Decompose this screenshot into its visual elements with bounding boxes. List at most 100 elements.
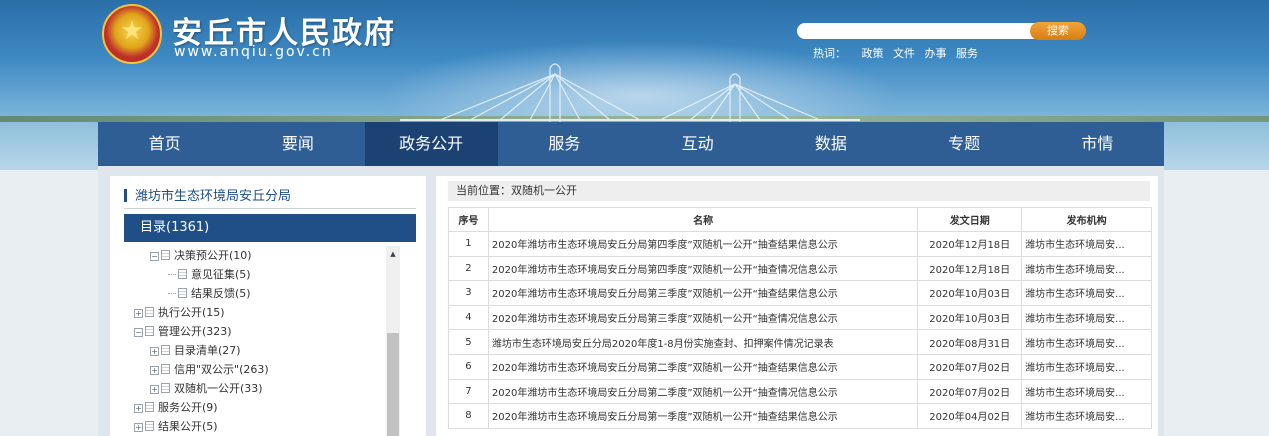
tree-item[interactable]: + 服务公开(9) — [134, 398, 218, 417]
tree-item-label: 决策预公开(10) — [174, 249, 252, 262]
expand-plus-icon[interactable]: + — [150, 385, 159, 394]
table-row[interactable]: 2 2020年潍坊市生态环境局安丘分局第四季度”双随机一公开“抽查情况信息公示 20… — [448, 255, 1152, 282]
table-row[interactable]: 4 2020年潍坊市生态环境局安丘分局第三季度”双随机一公开“抽查情况信息公示 20… — [448, 304, 1152, 331]
tree-item[interactable]: − 决策预公开(10) — [150, 246, 252, 265]
table-row[interactable]: 6 2020年潍坊市生态环境局安丘分局第二季度”双随机一公开“抽查结果信息公示 20… — [448, 353, 1152, 380]
department-divider — [124, 208, 416, 209]
expand-plus-icon[interactable]: + — [134, 404, 143, 413]
table-row[interactable]: 8 2020年潍坊市生态环境局安丘分局第一季度”双随机一公开“抽查结果信息公示 20… — [448, 403, 1152, 429]
tree-item[interactable]: + 结果公开(5) — [134, 417, 218, 436]
column-header-index: 序号 — [448, 207, 489, 232]
department-title: 潍坊市生态环境局安丘分局 — [124, 185, 291, 204]
row-title-link[interactable]: 2020年潍坊市生态环境局安丘分局第一季度”双随机一公开“抽查结果信息公示 — [487, 403, 919, 429]
nav-item-interaction[interactable]: 互动 — [631, 122, 764, 166]
table-row[interactable]: 7 2020年潍坊市生态环境局安丘分局第二季度”双随机一公开“抽查情况信息公示 20… — [448, 378, 1152, 405]
nav-item-data[interactable]: 数据 — [764, 122, 897, 166]
document-icon — [161, 383, 170, 393]
document-icon — [145, 402, 154, 412]
expand-plus-icon[interactable]: + — [134, 309, 143, 318]
document-icon — [145, 326, 154, 336]
tree-item[interactable]: 结果反馈(5) — [168, 284, 251, 303]
table-row[interactable]: 3 2020年潍坊市生态环境局安丘分局第三季度”双随机一公开“抽查结果信息公示 20… — [448, 280, 1152, 306]
row-date: 2020年04月02日 — [917, 403, 1023, 429]
row-org: 潍坊市生态环境局安... — [1021, 304, 1152, 331]
row-title-link[interactable]: 2020年潍坊市生态环境局安丘分局第三季度”双随机一公开“抽查结果信息公示 — [487, 280, 919, 306]
document-table: 序号 名称 发文日期 发布机构 1 2020年潍坊市生态环境局安丘分局第四季度”双… — [448, 207, 1152, 429]
hotword-link[interactable]: 服务 — [956, 47, 978, 60]
scroll-thumb[interactable] — [387, 333, 399, 436]
column-header-org: 发布机构 — [1021, 207, 1152, 232]
document-icon — [145, 307, 154, 317]
hotwords-label: 热词： — [813, 47, 846, 60]
row-date: 2020年12月18日 — [917, 231, 1023, 257]
row-index: 7 — [448, 378, 489, 405]
nav-item-services[interactable]: 服务 — [498, 122, 631, 166]
tree-item-label: 目录清单(27) — [174, 344, 241, 357]
row-title-link[interactable]: 2020年潍坊市生态环境局安丘分局第三季度”双随机一公开“抽查情况信息公示 — [487, 304, 919, 331]
tree-item[interactable]: + 信用"双公示"(263) — [150, 360, 269, 379]
row-index: 5 — [448, 329, 489, 355]
catalog-header[interactable]: 目录(1361) — [124, 214, 416, 242]
row-index: 2 — [448, 255, 489, 282]
document-icon — [161, 345, 170, 355]
row-title-link[interactable]: 2020年潍坊市生态环境局安丘分局第二季度”双随机一公开“抽查情况信息公示 — [487, 378, 919, 405]
document-icon — [161, 250, 170, 260]
row-org: 潍坊市生态环境局安... — [1021, 255, 1152, 282]
tree-item[interactable]: − 管理公开(323) — [134, 322, 232, 341]
search-input[interactable] — [797, 23, 1037, 39]
catalog-tree: − 决策预公开(10) 意见征集(5) 结果反馈(5) + 执行公开(15) − 管理公开(3… — [124, 246, 386, 436]
tree-item-label: 双随机一公开(33) — [174, 382, 263, 395]
row-title-link[interactable]: 2020年潍坊市生态环境局安丘分局第二季度”双随机一公开“抽查结果信息公示 — [487, 353, 919, 380]
row-date: 2020年10月03日 — [917, 280, 1023, 306]
collapse-minus-icon[interactable]: − — [150, 252, 159, 261]
expand-plus-icon[interactable]: + — [134, 423, 143, 432]
document-icon — [178, 269, 187, 279]
tree-item[interactable]: + 双随机一公开(33) — [150, 379, 263, 398]
expand-plus-icon[interactable]: + — [150, 347, 159, 356]
hotword-link[interactable]: 办事 — [925, 47, 947, 60]
tree-connector — [168, 293, 176, 294]
tree-connector — [168, 274, 176, 275]
document-icon — [145, 421, 154, 431]
tree-item[interactable]: 意见征集(5) — [168, 265, 251, 284]
nav-item-topics[interactable]: 专题 — [898, 122, 1031, 166]
row-date: 2020年07月02日 — [917, 353, 1023, 380]
hotwords-bar: 热词： 政策 文件 办事 服务 — [813, 45, 984, 61]
row-index: 3 — [448, 280, 489, 306]
row-org: 潍坊市生态环境局安... — [1021, 280, 1152, 306]
site-url: www.anqiu.gov.cn — [174, 44, 333, 60]
row-title-link[interactable]: 2020年潍坊市生态环境局安丘分局第四季度”双随机一公开“抽查情况信息公示 — [487, 255, 919, 282]
row-org: 潍坊市生态环境局安... — [1021, 403, 1152, 429]
row-org: 潍坊市生态环境局安... — [1021, 231, 1152, 257]
hotword-link[interactable]: 政策 — [862, 47, 884, 60]
nav-item-home[interactable]: 首页 — [98, 122, 231, 166]
nav-item-city-info[interactable]: 市情 — [1031, 122, 1164, 166]
row-date: 2020年07月02日 — [917, 378, 1023, 405]
row-index: 8 — [448, 403, 489, 429]
expand-plus-icon[interactable]: + — [150, 366, 159, 375]
tree-item[interactable]: + 目录清单(27) — [150, 341, 241, 360]
row-title-link[interactable]: 潍坊市生态环境局安丘分局2020年度1-8月份实施查封、扣押案件情况记录表 — [487, 329, 919, 355]
breadcrumb: 当前位置：双随机一公开 — [448, 181, 1150, 201]
tree-item[interactable]: + 执行公开(15) — [134, 303, 225, 322]
tree-item-label: 管理公开(323) — [158, 325, 232, 338]
table-row[interactable]: 5 潍坊市生态环境局安丘分局2020年度1-8月份实施查封、扣押案件情况记录表 20… — [448, 329, 1152, 355]
collapse-minus-icon[interactable]: − — [134, 328, 143, 337]
nav-item-news[interactable]: 要闻 — [231, 122, 364, 166]
table-row[interactable]: 1 2020年潍坊市生态环境局安丘分局第四季度”双随机一公开“抽查结果信息公示 20… — [448, 231, 1152, 257]
row-org: 潍坊市生态环境局安... — [1021, 353, 1152, 380]
tree-item-label: 服务公开(9) — [158, 401, 218, 414]
scroll-up-arrow-icon[interactable]: ▲ — [386, 248, 400, 260]
row-date: 2020年10月03日 — [917, 304, 1023, 331]
tree-item-label: 意见征集(5) — [191, 268, 251, 281]
hotword-link[interactable]: 文件 — [893, 47, 915, 60]
row-title-link[interactable]: 2020年潍坊市生态环境局安丘分局第四季度”双随机一公开“抽查结果信息公示 — [487, 231, 919, 257]
column-header-name: 名称 — [487, 207, 919, 232]
national-emblem-icon — [102, 4, 162, 64]
row-date: 2020年08月31日 — [917, 329, 1023, 355]
row-index: 6 — [448, 353, 489, 380]
table-header-row: 序号 名称 发文日期 发布机构 — [448, 207, 1152, 232]
search-button[interactable]: 搜索 — [1030, 22, 1086, 40]
tree-item-label: 信用"双公示"(263) — [174, 363, 269, 376]
nav-item-gov-affairs[interactable]: 政务公开 — [364, 122, 498, 166]
